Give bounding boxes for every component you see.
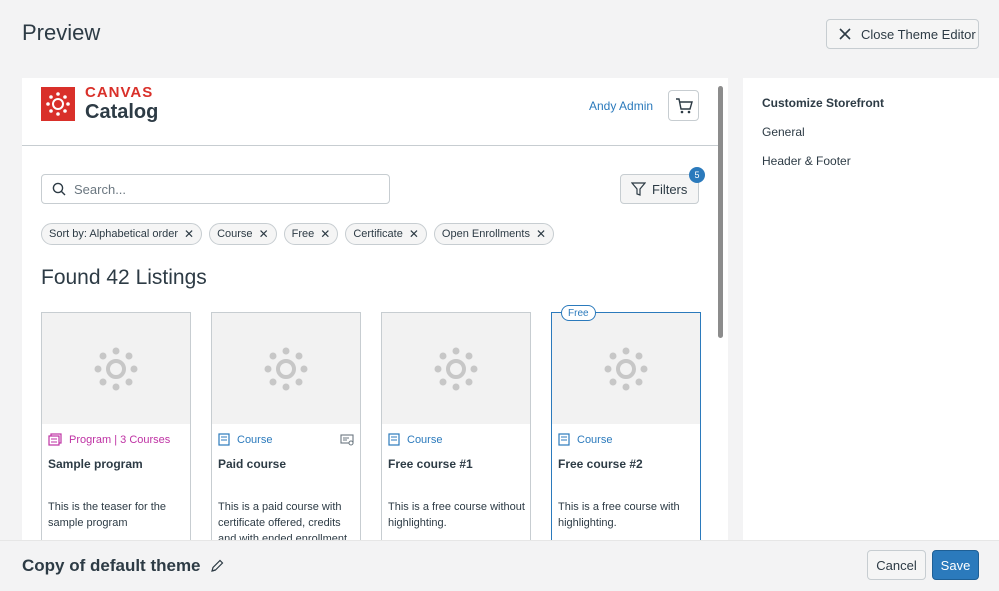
editor-topbar: Preview Close Theme Editor — [0, 0, 999, 70]
close-theme-editor-label: Close Theme Editor — [861, 26, 976, 42]
customize-sidebar: Customize Storefront General Header & Fo… — [743, 78, 999, 540]
listing-card[interactable]: Course Paid course This is a paid course… — [211, 312, 361, 540]
certificate-icon — [340, 433, 354, 451]
filter-icon — [631, 181, 646, 196]
listing-card[interactable]: Program | 3 Courses Sample program This … — [41, 312, 191, 540]
listing-teaser: This is a free course with highlighting. — [558, 501, 680, 529]
filter-chip[interactable]: Open Enrollments ✕ — [433, 223, 555, 245]
canvas-placeholder-icon — [604, 347, 648, 390]
storefront-preview: CANVAS Catalog Andy Admin Filters 5 Sort… — [22, 78, 728, 540]
listing-card[interactable]: Course Free course #1 This is a free cou… — [381, 312, 531, 540]
listing-thumbnail — [552, 313, 700, 424]
listing-type: Course — [558, 433, 612, 446]
filter-chip[interactable]: Free ✕ — [283, 223, 339, 245]
brand-wordmark-bottom: Catalog — [85, 101, 159, 123]
cart-icon — [675, 97, 693, 113]
filters-button[interactable]: Filters — [620, 174, 699, 204]
canvas-placeholder-icon — [264, 347, 308, 390]
edit-pencil-icon[interactable] — [210, 559, 224, 573]
editor-footer: Copy of default theme Cancel Save — [0, 540, 999, 591]
sidebar-item-general[interactable]: General — [762, 125, 805, 139]
listing-thumbnail — [42, 313, 190, 424]
listing-title[interactable]: Sample program — [48, 457, 143, 471]
listing-title[interactable]: Free course #1 — [388, 457, 473, 471]
canvas-placeholder-icon — [434, 347, 478, 390]
listing-thumbnail — [382, 313, 530, 424]
free-tag: Free — [561, 305, 596, 321]
close-theme-editor-button[interactable]: Close Theme Editor — [826, 19, 979, 49]
filter-chip[interactable]: Course ✕ — [209, 223, 277, 245]
canvas-logo-icon — [41, 87, 75, 121]
theme-name: Copy of default theme — [22, 556, 224, 576]
filter-chip[interactable]: Certificate ✕ — [345, 223, 427, 245]
preview-scrollbar[interactable] — [718, 86, 723, 338]
listing-card-highlighted[interactable]: Free Course Free course #2 This is a fre… — [551, 305, 701, 540]
listing-type: Program | 3 Courses — [48, 433, 170, 446]
remove-chip-icon[interactable]: ✕ — [184, 227, 194, 241]
listing-title[interactable]: Paid course — [218, 457, 286, 471]
listing-teaser: This is a paid course with certificate o… — [218, 501, 348, 540]
course-icon — [558, 433, 570, 446]
listings-count-heading: Found 42 Listings — [41, 266, 207, 289]
remove-chip-icon[interactable]: ✕ — [320, 227, 330, 241]
brand-wordmark-top: CANVAS — [85, 84, 154, 101]
listing-teaser: This is the teaser for the sample progra… — [48, 501, 166, 529]
listing-type: Course — [388, 433, 442, 446]
catalog-header: CANVAS Catalog Andy Admin — [22, 78, 720, 146]
listing-thumbnail — [212, 313, 360, 424]
active-filter-chips: Sort by: Alphabetical order ✕ Course ✕ Fre… — [41, 223, 555, 245]
listing-title[interactable]: Free course #2 — [558, 457, 643, 471]
canvas-placeholder-icon — [94, 347, 138, 390]
cancel-button[interactable]: Cancel — [867, 550, 926, 580]
page-title: Preview — [22, 20, 101, 45]
close-icon — [839, 28, 851, 40]
listing-teaser: This is a free course without highlighti… — [388, 501, 525, 529]
filters-count-badge: 5 — [689, 167, 705, 183]
remove-chip-icon[interactable]: ✕ — [536, 227, 546, 241]
sidebar-item-header-footer[interactable]: Header & Footer — [762, 154, 851, 168]
search-icon — [52, 182, 66, 196]
search-input[interactable] — [74, 181, 374, 197]
filter-chip[interactable]: Sort by: Alphabetical order ✕ — [41, 223, 203, 245]
listing-grid: Program | 3 Courses Sample program This … — [41, 305, 701, 540]
program-icon — [48, 433, 62, 446]
remove-chip-icon[interactable]: ✕ — [259, 227, 269, 241]
save-button[interactable]: Save — [932, 550, 979, 580]
remove-chip-icon[interactable]: ✕ — [409, 227, 419, 241]
course-icon — [218, 433, 230, 446]
filters-label: Filters — [652, 181, 688, 197]
sidebar-heading: Customize Storefront — [762, 96, 885, 110]
user-account-link[interactable]: Andy Admin — [589, 99, 653, 113]
course-icon — [388, 433, 400, 446]
search-box — [41, 174, 390, 204]
cart-button[interactable] — [668, 90, 699, 121]
listing-type: Course — [218, 433, 272, 446]
